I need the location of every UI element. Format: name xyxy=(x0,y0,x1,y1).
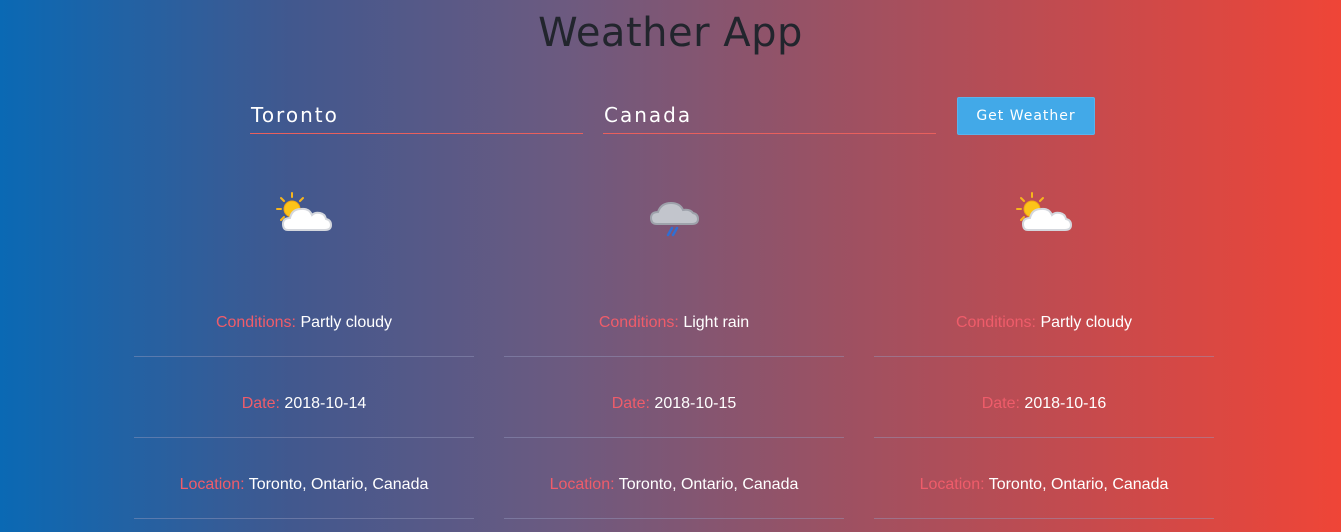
forecast-card: Conditions: Partly cloudy Date: 2018-10-… xyxy=(134,276,474,519)
date-label: Date: xyxy=(241,395,280,412)
date-value: 2018-10-14 xyxy=(284,395,367,412)
location-label: Location: xyxy=(549,476,615,493)
conditions-label: Conditions: xyxy=(955,314,1036,331)
conditions-row: Conditions: Partly cloudy xyxy=(874,276,1214,357)
location-row: Location: Toronto, Ontario, Canada xyxy=(874,438,1214,519)
city-input[interactable]: Toronto xyxy=(250,96,583,134)
conditions-label: Conditions: xyxy=(598,314,679,331)
country-input[interactable]: Canada xyxy=(603,96,936,134)
forecast-card: Conditions: Partly cloudy Date: 2018-10-… xyxy=(874,276,1214,519)
location-value: Toronto, Ontario, Canada xyxy=(988,476,1169,493)
partly-cloudy-icon xyxy=(276,192,333,231)
location-label: Location: xyxy=(179,476,245,493)
date-row: Date: 2018-10-14 xyxy=(134,357,474,438)
get-weather-button[interactable]: Get Weather xyxy=(957,97,1095,135)
location-row: Location: Toronto, Ontario, Canada xyxy=(134,438,474,519)
location-value: Toronto, Ontario, Canada xyxy=(248,476,429,493)
conditions-value: Partly cloudy xyxy=(1040,314,1133,331)
date-value: 2018-10-16 xyxy=(1024,395,1107,412)
conditions-value: Light rain xyxy=(683,314,750,331)
conditions-row: Conditions: Partly cloudy xyxy=(134,276,474,357)
date-value: 2018-10-15 xyxy=(654,395,737,412)
conditions-row: Conditions: Light rain xyxy=(504,276,844,357)
date-label: Date: xyxy=(611,395,650,412)
conditions-label: Conditions: xyxy=(215,314,296,331)
date-row: Date: 2018-10-15 xyxy=(504,357,844,438)
location-label: Location: xyxy=(919,476,985,493)
date-row: Date: 2018-10-16 xyxy=(874,357,1214,438)
partly-cloudy-icon xyxy=(1016,192,1073,231)
date-label: Date: xyxy=(981,395,1020,412)
location-value: Toronto, Ontario, Canada xyxy=(618,476,799,493)
forecast-card: Conditions: Light rain Date: 2018-10-15 … xyxy=(504,276,844,519)
light-rain-icon xyxy=(649,201,700,237)
location-row: Location: Toronto, Ontario, Canada xyxy=(504,438,844,519)
conditions-value: Partly cloudy xyxy=(300,314,393,331)
page-title: Weather App xyxy=(538,10,803,56)
